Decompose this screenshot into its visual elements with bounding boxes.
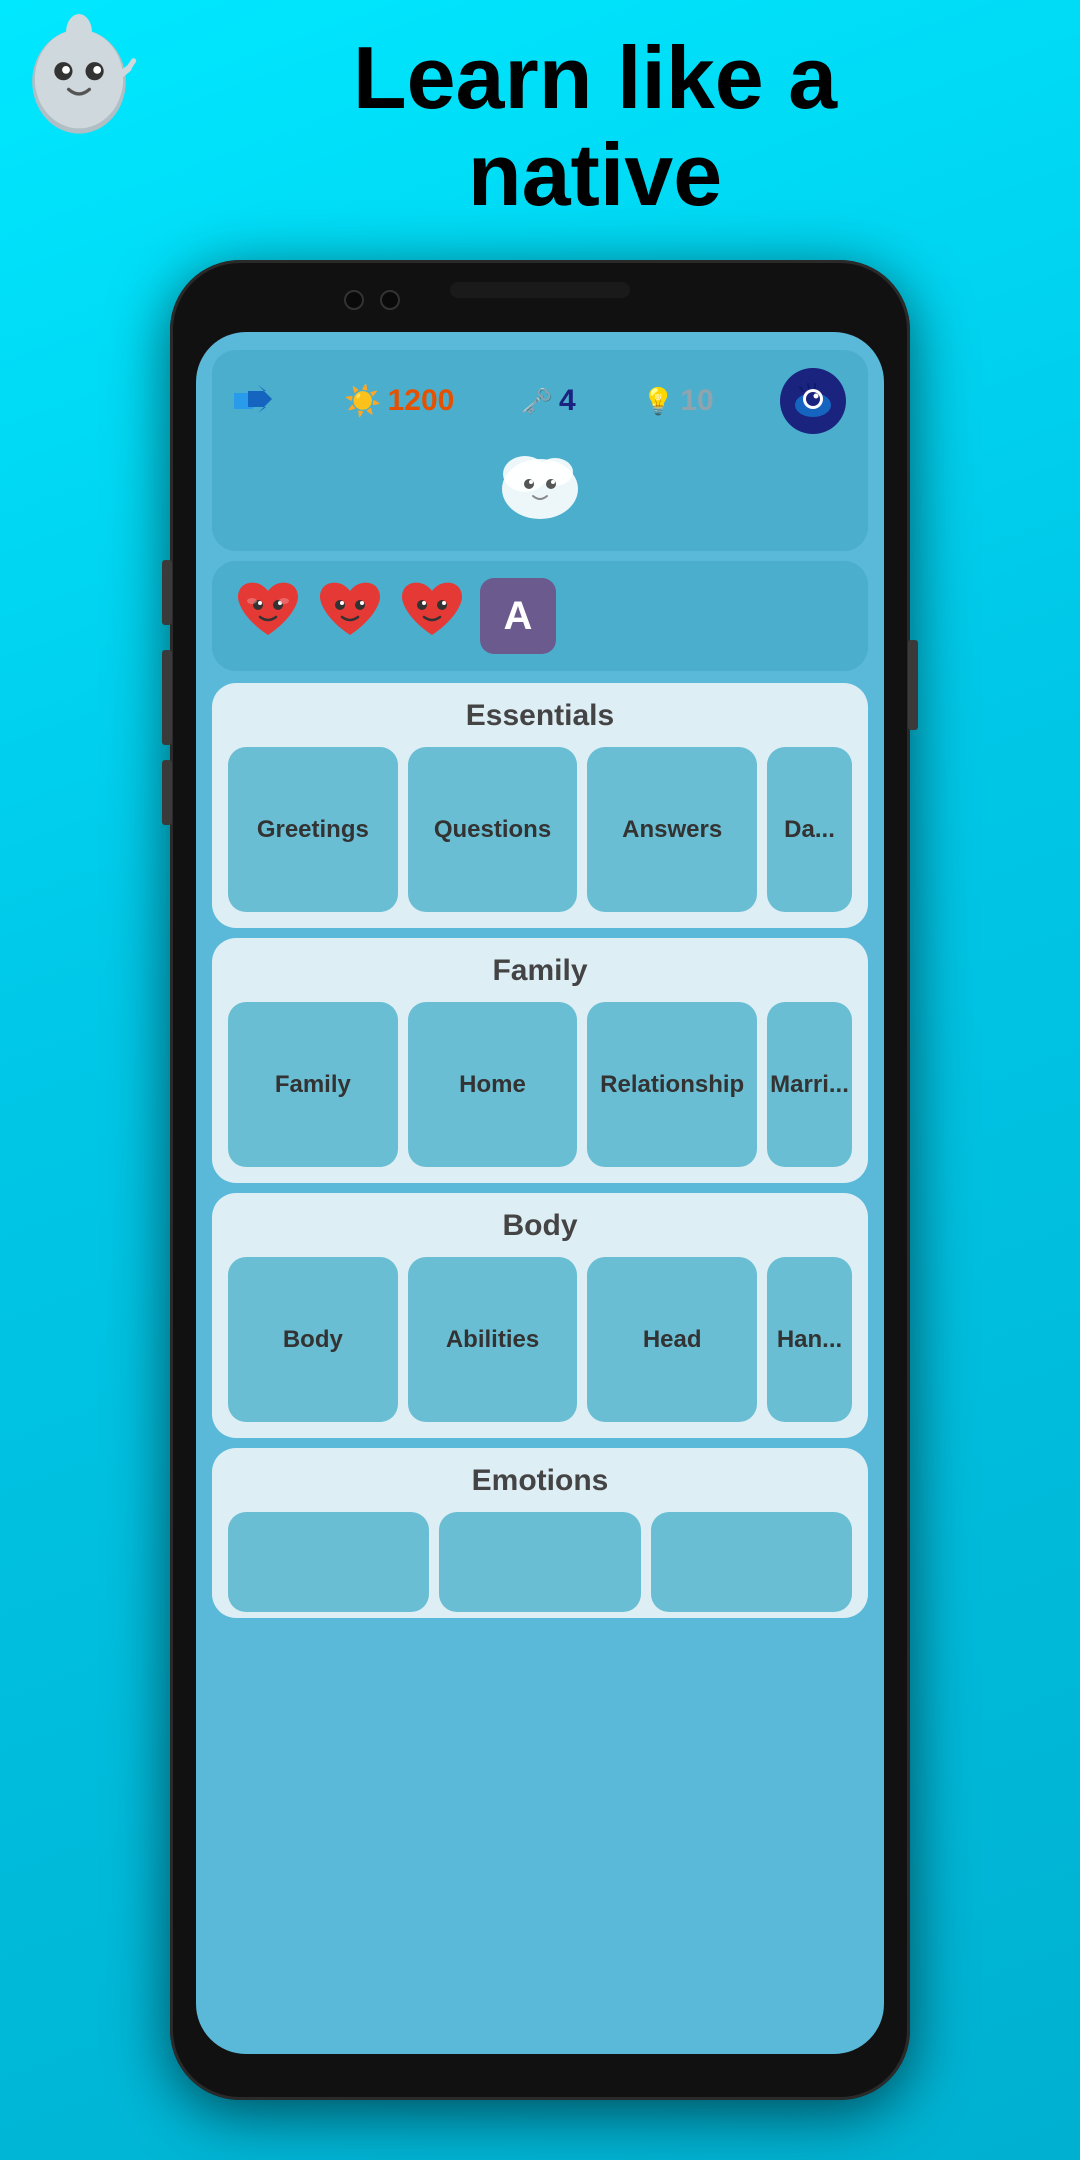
days-card-partial[interactable]: Da... [767, 747, 852, 912]
family-title: Family [228, 954, 852, 988]
essentials-cards: Greetings Questions Answers Da... [228, 747, 852, 912]
letter-block: A [480, 578, 556, 654]
stats-bar: ☀️ 1200 🗝️ 4 💡 10 [212, 350, 868, 551]
relationship-card[interactable]: Relationship [587, 1002, 757, 1167]
family-card[interactable]: Family [228, 1002, 398, 1167]
heart-1 [234, 575, 302, 657]
head-card[interactable]: Head [587, 1257, 757, 1422]
keys-value: 4 [559, 384, 576, 418]
questions-card[interactable]: Questions [408, 747, 578, 912]
phone-screen: ☀️ 1200 🗝️ 4 💡 10 [196, 332, 884, 2054]
gems-value: 10 [680, 384, 713, 418]
marriage-card-partial[interactable]: Marri... [767, 1002, 852, 1167]
vol-up-button [162, 560, 172, 625]
hands-card-partial[interactable]: Han... [767, 1257, 852, 1422]
screen-scroll[interactable]: ☀️ 1200 🗝️ 4 💡 10 [196, 332, 884, 2054]
cloud-mascot [234, 434, 846, 545]
lives-bar: A [212, 561, 868, 671]
body-card[interactable]: Body [228, 1257, 398, 1422]
emotions-title: Emotions [228, 1464, 852, 1498]
sun-icon: ☀️ [344, 384, 381, 419]
answers-card[interactable]: Answers [587, 747, 757, 912]
notch [450, 282, 630, 298]
xp-stat: ☀️ 1200 [344, 384, 454, 419]
xp-value: 1200 [388, 384, 455, 418]
emotions-card-2[interactable] [439, 1512, 640, 1612]
essentials-title: Essentials [228, 699, 852, 733]
heart-3 [398, 575, 466, 657]
emotions-card-3[interactable] [651, 1512, 852, 1612]
home-card[interactable]: Home [408, 1002, 578, 1167]
greetings-card[interactable]: Greetings [228, 747, 398, 912]
abilities-card[interactable]: Abilities [408, 1257, 578, 1422]
body-section: Body Body Abilities Head Han... [212, 1193, 868, 1438]
mute-button [162, 760, 172, 825]
family-section: Family Family Home Relationship Marri... [212, 938, 868, 1183]
camera-dot-right [380, 290, 400, 310]
emotions-cards [228, 1512, 852, 1612]
avatar[interactable] [780, 368, 846, 434]
family-cards: Family Home Relationship Marri... [228, 1002, 852, 1167]
emotions-section: Emotions [212, 1448, 868, 1618]
lightning-icon [234, 385, 278, 417]
tagline-text: Learn like a native [140, 30, 1050, 224]
gem-icon: 💡 [642, 386, 674, 417]
key-icon: 🗝️ [521, 386, 553, 417]
essentials-section: Essentials Greetings Questions Answers D… [212, 683, 868, 928]
keys-stat: 🗝️ 4 [521, 384, 576, 418]
power-button [908, 640, 918, 730]
tagline-container: Learn like a native [140, 30, 1050, 224]
phone-frame: ☀️ 1200 🗝️ 4 💡 10 [170, 260, 910, 2100]
gems-stat: 💡 10 [642, 384, 714, 418]
vol-down-button [162, 650, 172, 745]
body-cards: Body Abilities Head Han... [228, 1257, 852, 1422]
body-title: Body [228, 1209, 852, 1243]
top-mascot [14, 14, 144, 144]
camera-dot-left [344, 290, 364, 310]
emotions-card-1[interactable] [228, 1512, 429, 1612]
heart-2 [316, 575, 384, 657]
